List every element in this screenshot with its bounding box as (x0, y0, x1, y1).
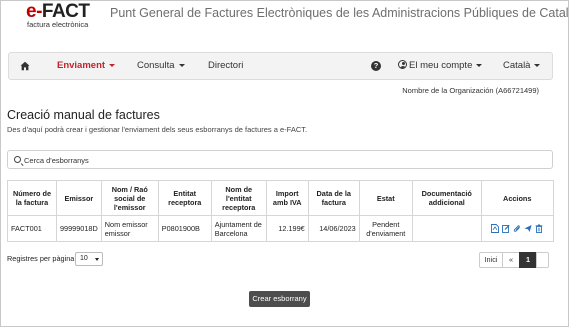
table-row: FACT001 99999018D Nom emissor emissor P0… (7, 215, 554, 242)
page-subtitle: Des d'aquí podrà crear i gestionar l'env… (7, 125, 308, 134)
page-title: Creació manual de factures (7, 108, 160, 122)
nav-directori-label: Directori (208, 60, 244, 71)
nav-account-label: El meu compte (409, 60, 473, 71)
chevron-down-icon (95, 258, 99, 261)
column-header[interactable]: Import amb IVA (265, 180, 309, 216)
cell-doc (411, 215, 482, 242)
column-header[interactable]: Número de la factura (7, 180, 57, 216)
invoices-table: Número de la factura Emissor Nom / Raó s… (7, 180, 554, 242)
efact-logo[interactable]: e-FACT factura electrònica (26, 2, 90, 29)
logo-prefix: e- (26, 1, 42, 22)
logo-subtitle: factura electrònica (27, 20, 89, 29)
pagination-prev-button[interactable]: « (502, 252, 520, 268)
cell-data: 14/06/2023 (307, 215, 360, 242)
home-icon[interactable] (20, 61, 30, 71)
create-draft-button[interactable]: Crear esborrany (249, 291, 310, 307)
pagination: Inici « 1 (479, 252, 549, 268)
per-page-select[interactable]: 10 (75, 252, 103, 266)
search-input[interactable] (24, 154, 324, 166)
per-page-value: 10 (80, 255, 88, 262)
cell-nom-entitat: Ajuntament de Barcelona (210, 215, 267, 242)
question-circle-icon[interactable]: ? (371, 61, 381, 71)
column-header[interactable]: Data de la factura (307, 180, 360, 216)
pdf-icon[interactable] (491, 224, 500, 233)
logo-fact: FACT (41, 1, 90, 22)
nav-consulta-label: Consulta (137, 60, 175, 71)
nav-enviament-label: Enviament (57, 60, 106, 71)
site-title: Punt General de Factures Electròniques d… (110, 6, 569, 20)
edit-icon[interactable] (502, 224, 510, 233)
nav-language[interactable]: Català (503, 53, 541, 79)
chevron-down-icon (178, 63, 185, 67)
column-header[interactable]: Entitat receptora (157, 180, 212, 216)
column-header[interactable]: Documentació addicional (411, 180, 482, 216)
column-header: Accions (480, 180, 554, 216)
search-icon (14, 156, 21, 163)
pagination-start-button[interactable]: Inici (479, 252, 503, 268)
pagination-next-button[interactable] (536, 252, 549, 268)
pagination-current-page[interactable]: 1 (519, 252, 537, 268)
attach-icon[interactable] (513, 224, 521, 233)
cell-entitat: P0801900B (157, 215, 212, 242)
nav-account[interactable]: El meu compte (398, 53, 483, 79)
per-page-label: Registres per pàgina: (7, 254, 77, 263)
user-circle-icon (398, 60, 407, 69)
column-header[interactable]: Estat (358, 180, 413, 216)
chevron-down-icon (476, 63, 483, 67)
cell-nom-emissor: Nom emissor emissor (100, 215, 159, 242)
chevron-down-icon (109, 63, 116, 67)
nav-language-label: Català (503, 60, 531, 71)
main-navbar: Enviament Consulta Directori ? El meu co… (8, 52, 553, 80)
search-box (7, 150, 553, 169)
cell-estat: Pendent d'enviament (358, 215, 413, 242)
nav-directori[interactable]: Directori (208, 53, 243, 79)
cell-numero: FACT001 (7, 215, 57, 242)
cell-actions (480, 215, 554, 242)
table-header-row: Número de la factura Emissor Nom / Raó s… (7, 180, 554, 216)
organization-name: Nombre de la Organización (A66721499) (402, 86, 539, 95)
send-icon[interactable] (524, 224, 532, 233)
trash-icon[interactable] (535, 224, 543, 233)
nav-consulta[interactable]: Consulta (137, 53, 185, 79)
cell-emissor: 99999018D (56, 215, 102, 242)
column-header[interactable]: Emissor (56, 180, 102, 216)
chevron-down-icon (534, 63, 541, 67)
column-header[interactable]: Nom / Raó social de l'emissor (100, 180, 159, 216)
column-header[interactable]: Nom de l'entitat receptora (210, 180, 267, 216)
cell-import: 12.199€ (265, 215, 309, 242)
nav-enviament[interactable]: Enviament (57, 53, 116, 79)
